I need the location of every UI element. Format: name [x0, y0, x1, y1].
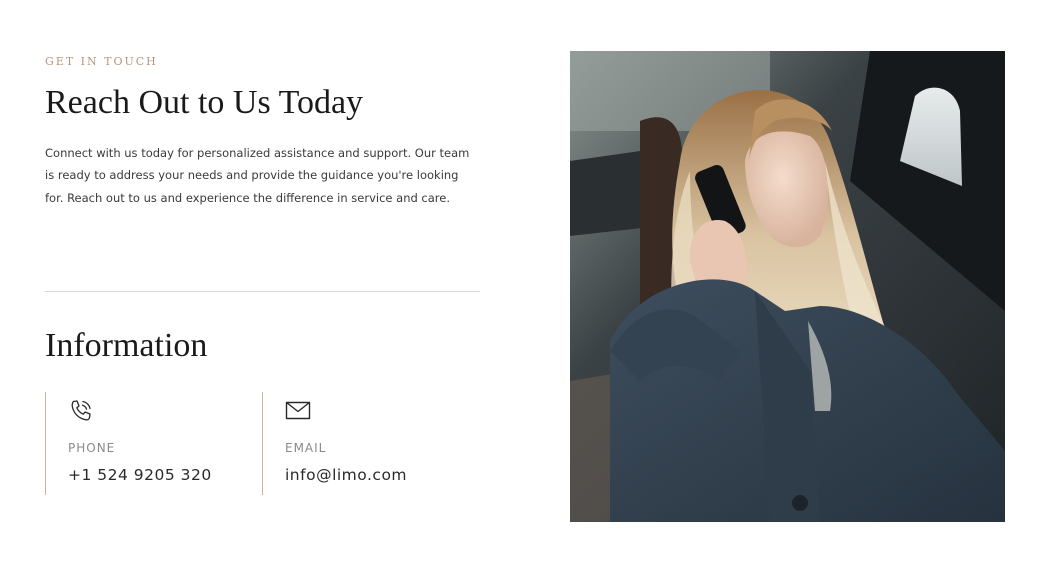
- information-title: Information: [45, 327, 208, 364]
- divider: [45, 291, 480, 292]
- envelope-icon: [285, 398, 311, 424]
- email-contact[interactable]: EMAIL info@limo.com: [262, 392, 462, 495]
- email-value[interactable]: info@limo.com: [285, 466, 407, 484]
- photo-woman-on-phone: [570, 51, 1005, 522]
- email-label: EMAIL: [285, 441, 327, 455]
- phone-icon: [68, 398, 94, 424]
- phone-contact[interactable]: PHONE +1 524 9205 320: [45, 392, 260, 495]
- phone-label: PHONE: [68, 441, 116, 455]
- section-title: Reach Out to Us Today: [45, 84, 364, 121]
- phone-value[interactable]: +1 524 9205 320: [68, 466, 212, 484]
- section-description: Connect with us today for personalized a…: [45, 146, 470, 205]
- section-eyebrow: GET IN TOUCH: [45, 55, 158, 68]
- contact-section: GET IN TOUCH Reach Out to Us Today Conne…: [0, 0, 1054, 571]
